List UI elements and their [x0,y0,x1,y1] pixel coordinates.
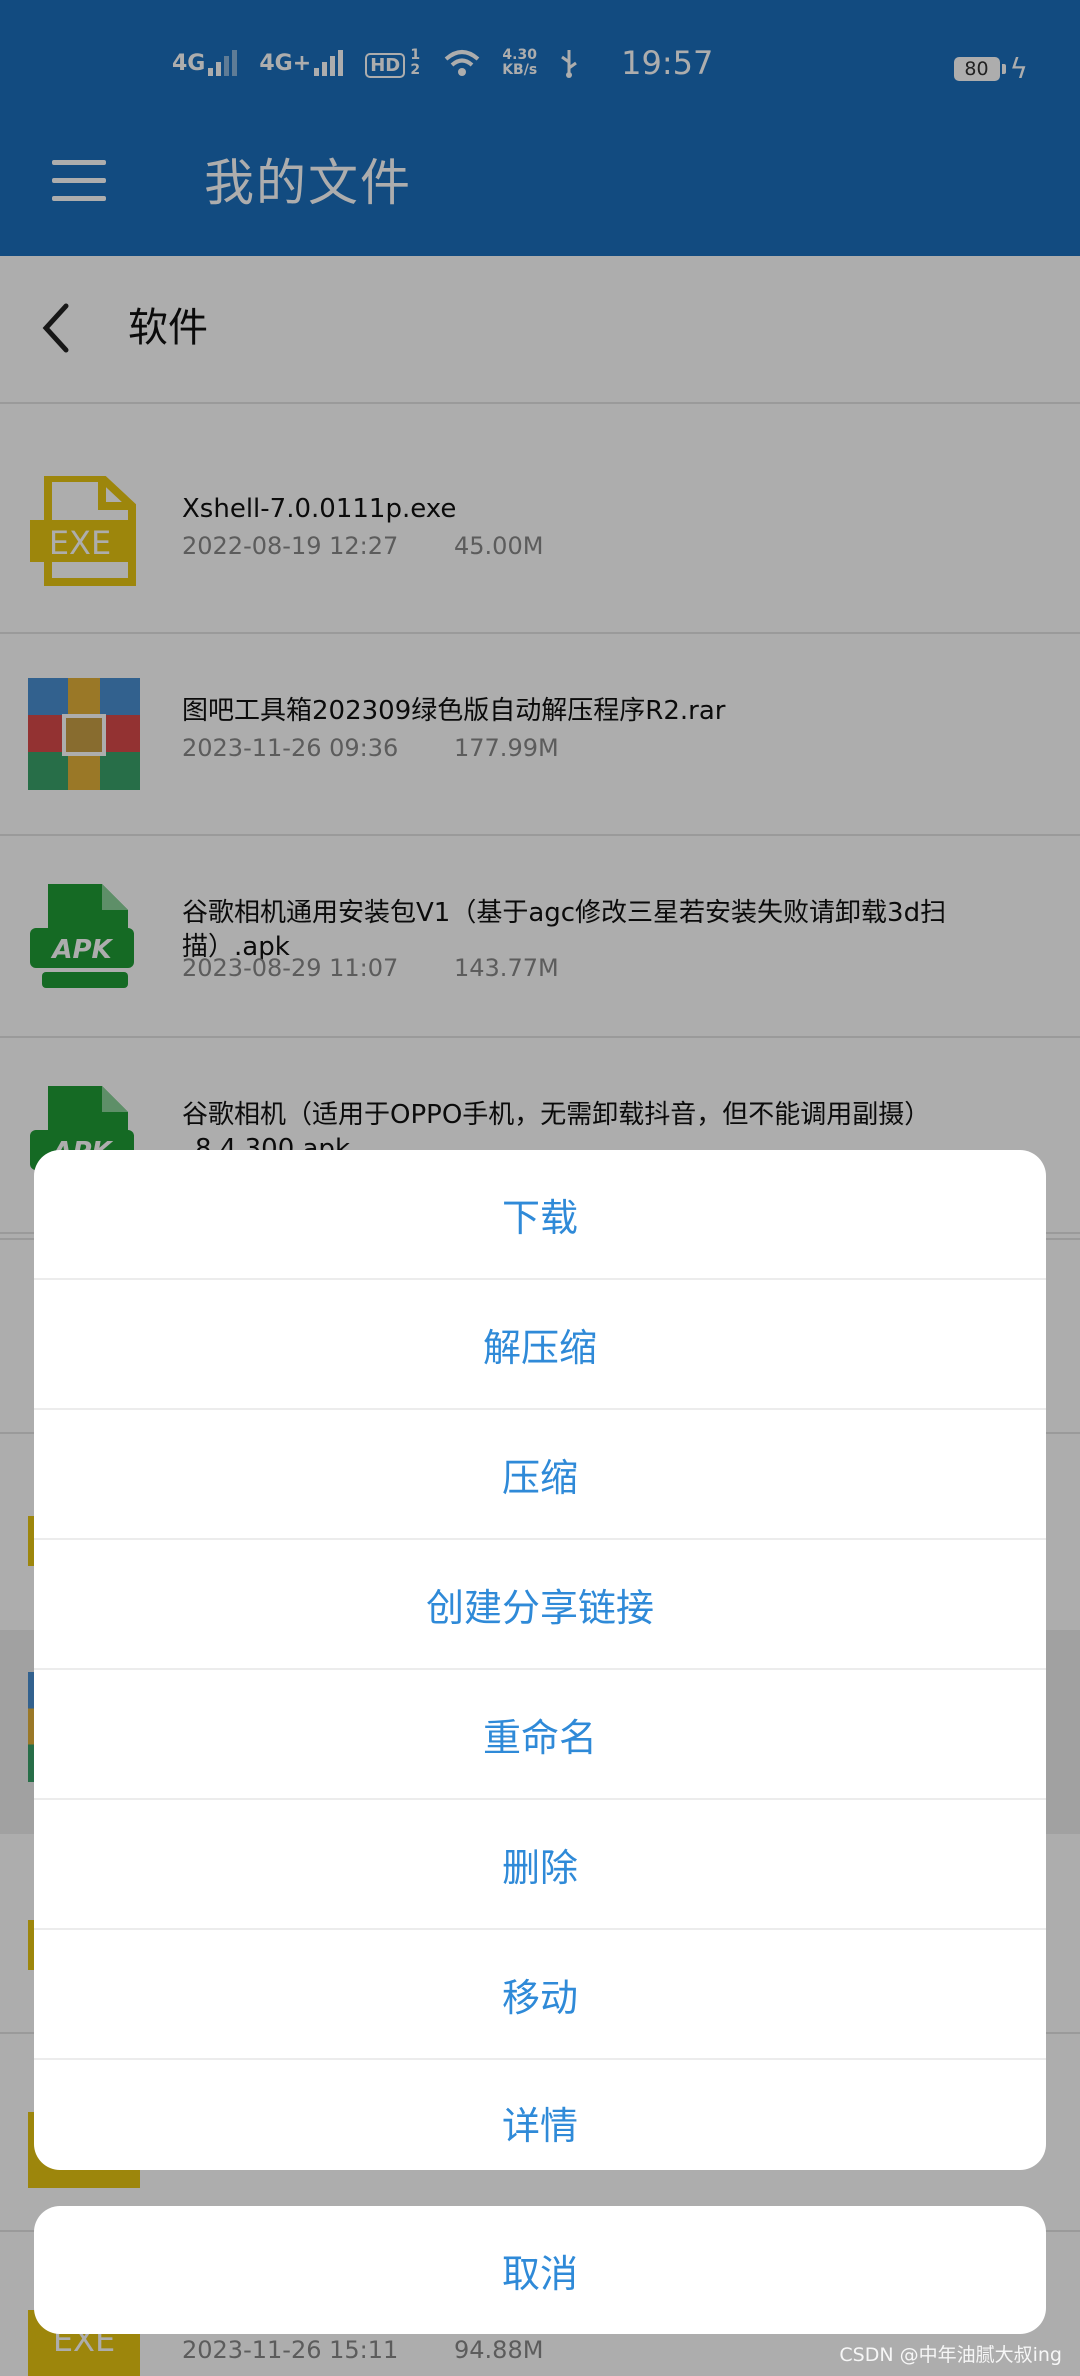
watermark: CSDN @中年油腻大叔ing [839,2344,1062,2366]
compress-button[interactable]: 压缩 [34,1410,1046,1540]
extract-button[interactable]: 解压缩 [34,1280,1046,1410]
details-button[interactable]: 详情 [34,2060,1046,2170]
create-share-link-button[interactable]: 创建分享链接 [34,1540,1046,1670]
rename-button[interactable]: 重命名 [34,1670,1046,1800]
cancel-button[interactable]: 取消 [34,2206,1046,2334]
download-button[interactable]: 下载 [34,1150,1046,1280]
move-button[interactable]: 移动 [34,1930,1046,2060]
action-sheet: 下载 解压缩 压缩 创建分享链接 重命名 删除 移动 详情 [34,1150,1046,2170]
delete-button[interactable]: 删除 [34,1800,1046,1930]
